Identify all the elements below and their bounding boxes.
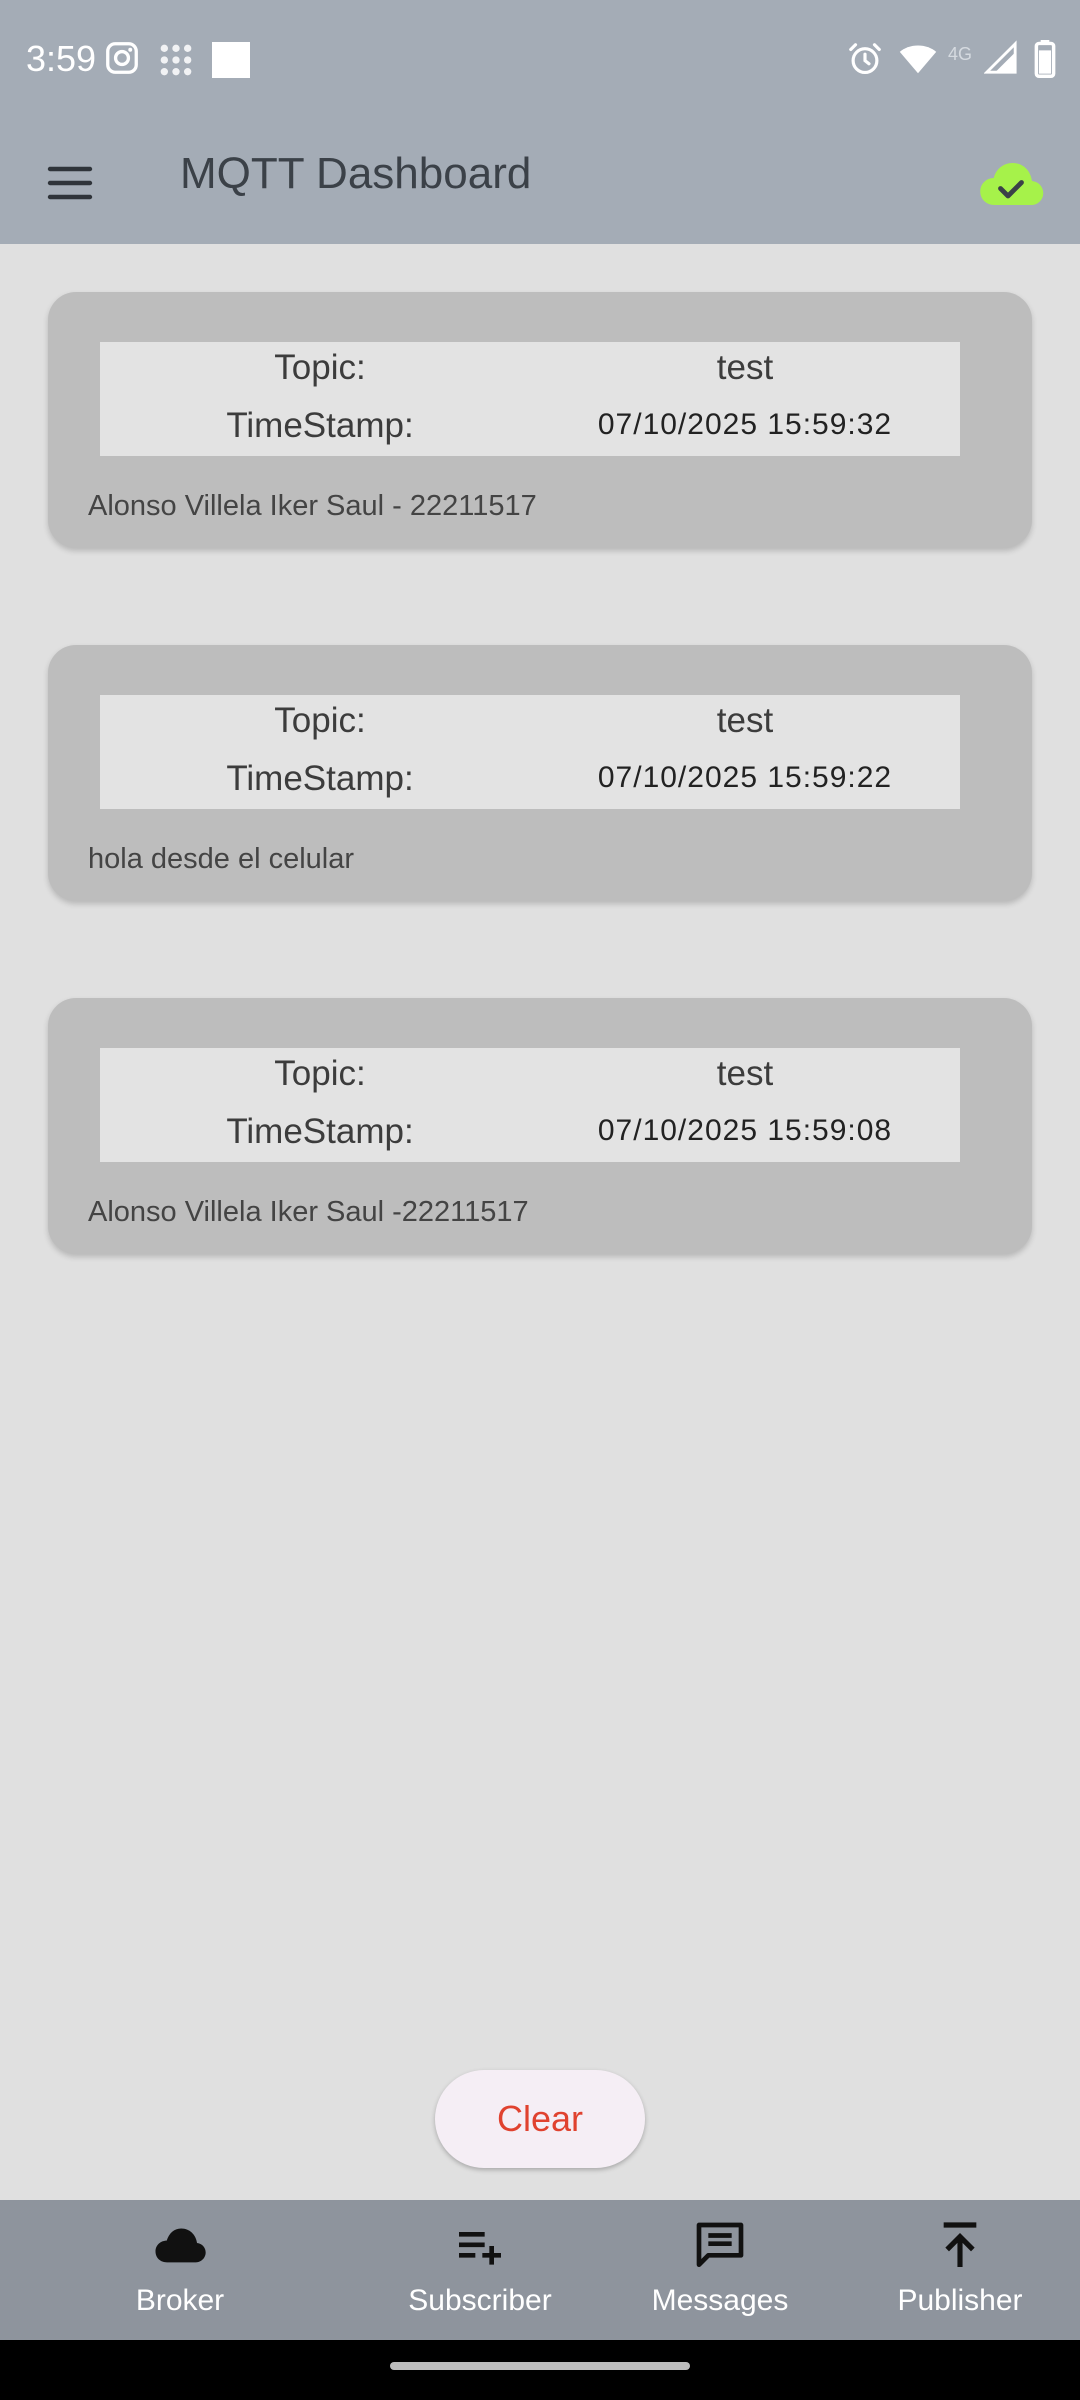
timestamp-label: TimeStamp: [226, 759, 414, 798]
cloud-check-icon [980, 163, 1044, 205]
network-type: 4G [948, 44, 973, 64]
topic-value: test [716, 1054, 774, 1093]
nav-label: Messages [651, 2284, 789, 2317]
status-bar: 3:59 4G [0, 0, 1080, 122]
playlist-add-icon [459, 2232, 501, 2265]
gesture-bar [0, 2340, 1080, 2400]
timestamp-value: 07/10/2025 15:59:22 [597, 761, 893, 794]
message-card: Topic: test TimeStamp: 07/10/2025 15:59:… [48, 645, 1032, 901]
nav-label: Broker [135, 2284, 225, 2317]
topic-label: Topic: [274, 1054, 366, 1093]
nav-publisher[interactable]: Publisher [860, 2218, 1060, 2328]
message-icon [696, 2222, 744, 2267]
topic-label: Topic: [274, 348, 366, 387]
timestamp-value: 07/10/2025 15:59:08 [597, 1114, 893, 1147]
alarm-icon [849, 43, 881, 75]
signal-icon [984, 40, 1017, 74]
topic-value: test [716, 701, 774, 740]
home-gesture-handle[interactable] [390, 2362, 690, 2370]
hamburger-menu-icon[interactable] [46, 159, 94, 207]
message-body: Alonso Villela Iker Saul -22211517 [88, 1196, 529, 1228]
timestamp-value: 07/10/2025 15:59:32 [597, 408, 893, 441]
clear-button[interactable]: Clear [435, 2070, 645, 2168]
nav-messages[interactable]: Messages [620, 2218, 820, 2328]
nav-broker[interactable]: Broker [80, 2218, 280, 2328]
publish-icon [943, 2222, 977, 2267]
message-body: Alonso Villela Iker Saul - 22211517 [88, 490, 537, 522]
message-body: hola desde el celular [88, 843, 355, 875]
app-bar: MQTT Dashboard [0, 122, 1080, 244]
timestamp-label: TimeStamp: [226, 406, 414, 445]
topic-label: Topic: [274, 701, 366, 740]
apps-grid-icon [160, 44, 192, 76]
wifi-icon [899, 45, 937, 74]
status-time: 3:59 [26, 38, 97, 79]
message-meta: Topic: test TimeStamp: 07/10/2025 15:59:… [100, 695, 960, 809]
cloud-icon [155, 2228, 206, 2263]
page-title: MQTT Dashboard [180, 149, 532, 198]
messages-list: Topic: test TimeStamp: 07/10/2025 15:59:… [0, 244, 1080, 2200]
white-square-icon [212, 42, 250, 78]
timestamp-label: TimeStamp: [226, 1112, 414, 1151]
message-card: Topic: test TimeStamp: 07/10/2025 15:59:… [48, 998, 1032, 1254]
instagram-icon [106, 42, 138, 74]
nav-subscriber[interactable]: Subscriber [380, 2218, 580, 2328]
message-meta: Topic: test TimeStamp: 07/10/2025 15:59:… [100, 342, 960, 456]
battery-icon [1034, 40, 1056, 78]
nav-label: Publisher [897, 2284, 1023, 2317]
nav-label: Subscriber [408, 2284, 552, 2317]
bottom-nav: Broker Subscriber Messages Publisher [0, 2200, 1080, 2340]
message-card: Topic: test TimeStamp: 07/10/2025 15:59:… [48, 292, 1032, 548]
message-meta: Topic: test TimeStamp: 07/10/2025 15:59:… [100, 1048, 960, 1162]
topic-value: test [716, 348, 774, 387]
